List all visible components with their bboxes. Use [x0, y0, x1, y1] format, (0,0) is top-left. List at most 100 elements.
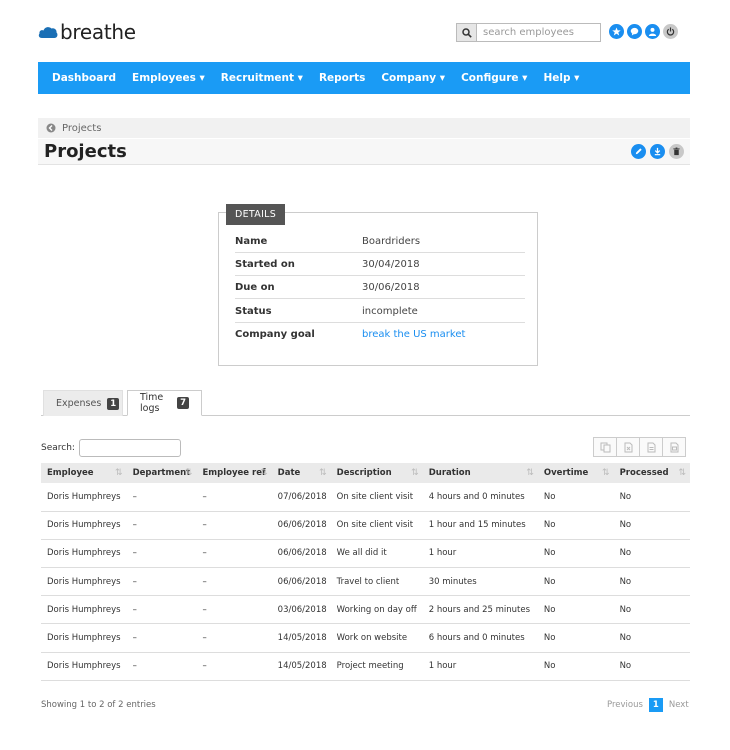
detail-value: 30/06/2018: [362, 281, 420, 293]
trash-icon[interactable]: [669, 144, 684, 159]
table-search-input[interactable]: [78, 439, 181, 457]
cell-description: We all did it: [330, 539, 423, 569]
cell-duration: 30 minutes: [422, 567, 538, 597]
count-badge: 1: [107, 397, 120, 410]
tab-time-logs[interactable]: Time logs 7: [127, 390, 202, 416]
cell-overtime: No: [537, 595, 614, 625]
nav-company[interactable]: Company ▾: [373, 72, 453, 84]
nav-recruitment[interactable]: Recruitment ▾: [213, 72, 311, 84]
tab-expenses[interactable]: Expenses 1: [43, 390, 123, 416]
col-employee[interactable]: Employee ⇅: [41, 463, 127, 483]
detail-value: incomplete: [362, 305, 418, 317]
copy-button[interactable]: [593, 437, 617, 457]
cell-processed: No: [613, 483, 690, 512]
user-icon[interactable]: [645, 24, 660, 39]
col-processed[interactable]: Processed ⇅: [613, 463, 690, 483]
tab-label: Expenses: [56, 398, 102, 409]
top-header: breathe: [0, 0, 730, 60]
table-row[interactable]: Doris Humphreys – – 14/05/2018 Project m…: [41, 652, 690, 681]
search-button[interactable]: [457, 24, 477, 41]
cell-department: –: [126, 623, 197, 653]
cell-employee: Doris Humphreys: [41, 483, 127, 512]
cell-employee: Doris Humphreys: [41, 652, 127, 681]
nav-help[interactable]: Help ▾: [535, 72, 587, 84]
csv-button[interactable]: [639, 437, 663, 457]
pdf-file-icon: [670, 442, 678, 452]
star-icon[interactable]: [609, 24, 624, 39]
cell-description: On site client visit: [330, 483, 423, 512]
cell-duration: 1 hour: [422, 539, 538, 569]
search-input[interactable]: [477, 24, 600, 41]
cell-duration: 1 hour and 15 minutes: [422, 511, 538, 540]
col-overtime[interactable]: Overtime ⇅: [537, 463, 614, 483]
title-actions: [631, 144, 684, 159]
cell-employee-ref: –: [196, 623, 272, 653]
page-1-button[interactable]: 1: [648, 698, 663, 712]
cell-employee-ref: –: [196, 539, 272, 569]
previous-button[interactable]: Previous: [604, 698, 646, 712]
table-row[interactable]: Doris Humphreys – – 14/05/2018 Work on w…: [41, 623, 690, 653]
table-row[interactable]: Doris Humphreys – – 06/06/2018 We all di…: [41, 539, 690, 569]
breadcrumb-projects[interactable]: Projects: [62, 123, 101, 134]
detail-key: Company goal: [235, 329, 315, 340]
count-badge: 7: [177, 397, 189, 409]
detail-row-status: Status incomplete: [235, 300, 525, 323]
col-department[interactable]: Department ⇅: [126, 463, 197, 483]
chat-icon[interactable]: [627, 24, 642, 39]
cell-duration: 1 hour: [422, 652, 538, 681]
cell-date: 14/05/2018: [271, 652, 331, 681]
cell-employee: Doris Humphreys: [41, 539, 127, 569]
power-icon[interactable]: [663, 24, 678, 39]
col-employee-ref[interactable]: Employee ref ⇅: [196, 463, 272, 483]
search-icon: [461, 27, 472, 38]
cell-department: –: [126, 595, 197, 625]
table-row[interactable]: Doris Humphreys – – 06/06/2018 Travel to…: [41, 567, 690, 597]
next-button[interactable]: Next: [666, 698, 692, 712]
excel-button[interactable]: [616, 437, 640, 457]
detail-value: 30/04/2018: [362, 258, 420, 270]
table-row[interactable]: Doris Humphreys – – 06/06/2018 On site c…: [41, 511, 690, 540]
detail-row-name: Name Boardriders: [235, 230, 525, 253]
col-duration[interactable]: Duration ⇅: [422, 463, 538, 483]
pdf-button[interactable]: [662, 437, 686, 457]
details-panel: DETAILS Name Boardriders Started on 30/0…: [218, 204, 538, 366]
detail-row-started-on: Started on 30/04/2018: [235, 253, 525, 276]
company-goal-link[interactable]: break the US market: [362, 329, 465, 340]
cell-employee-ref: –: [196, 483, 272, 512]
employee-search: [456, 23, 601, 42]
cell-employee: Doris Humphreys: [41, 567, 127, 597]
nav-configure[interactable]: Configure ▾: [453, 72, 535, 84]
table-row[interactable]: Doris Humphreys – – 07/06/2018 On site c…: [41, 483, 690, 512]
title-bar: Projects: [38, 139, 690, 165]
edit-icon[interactable]: [631, 144, 646, 159]
cell-employee-ref: –: [196, 511, 272, 540]
table-search-label: Search:: [41, 443, 75, 453]
table-row[interactable]: Doris Humphreys – – 03/06/2018 Working o…: [41, 595, 690, 625]
csv-file-icon: [647, 442, 655, 452]
col-date[interactable]: Date ⇅: [271, 463, 331, 483]
nav-reports[interactable]: Reports: [311, 72, 373, 84]
breadcrumb: Projects: [38, 118, 690, 138]
cell-duration: 6 hours and 0 minutes: [422, 623, 538, 653]
cloud-icon: [38, 27, 58, 38]
col-description[interactable]: Description ⇅: [330, 463, 423, 483]
download-icon[interactable]: [650, 144, 665, 159]
cell-date: 07/06/2018: [271, 483, 331, 512]
cell-overtime: No: [537, 539, 614, 569]
cell-date: 14/05/2018: [271, 623, 331, 653]
cell-duration: 2 hours and 25 minutes: [422, 595, 538, 625]
table-search: Search:: [41, 439, 181, 457]
breathe-logo[interactable]: breathe: [38, 20, 136, 44]
nav-employees[interactable]: Employees ▾: [124, 72, 213, 84]
back-arrow-icon[interactable]: [46, 123, 56, 133]
cell-overtime: No: [537, 652, 614, 681]
tab-label: Time logs: [140, 392, 164, 414]
cell-overtime: No: [537, 567, 614, 597]
cell-date: 03/06/2018: [271, 595, 331, 625]
cell-date: 06/06/2018: [271, 539, 331, 569]
cell-overtime: No: [537, 623, 614, 653]
cell-processed: No: [613, 567, 690, 597]
nav-dashboard[interactable]: Dashboard: [44, 72, 124, 84]
page-title: Projects: [44, 141, 127, 162]
cell-processed: No: [613, 652, 690, 681]
